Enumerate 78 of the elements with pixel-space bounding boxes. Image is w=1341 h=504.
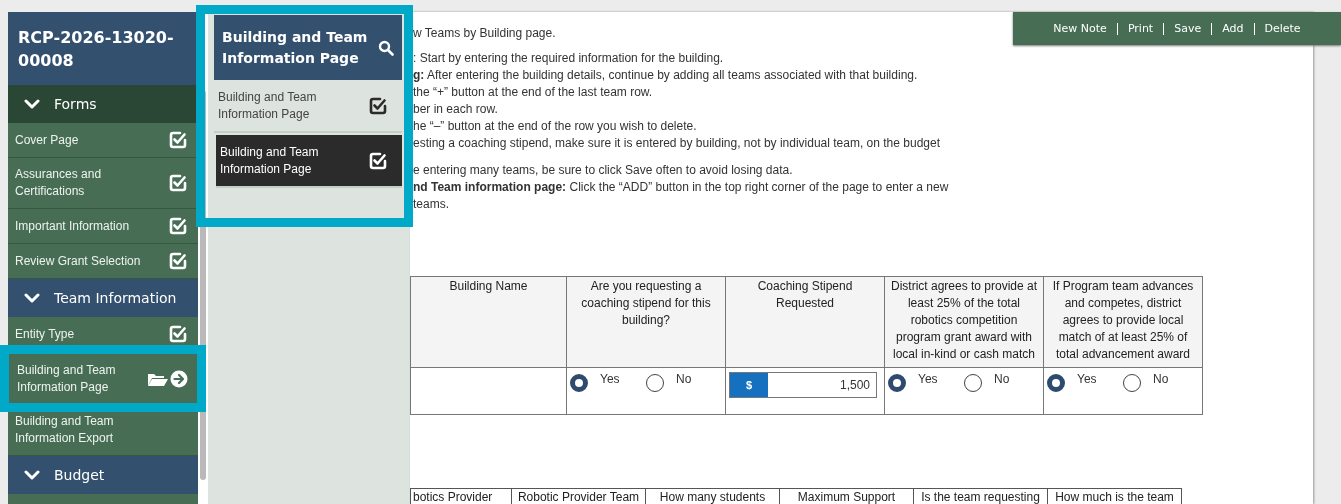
radio-option[interactable]: Yes	[1047, 372, 1107, 392]
flyout-item[interactable]: Building and Team Information Page	[216, 135, 402, 188]
section-label: Budget	[54, 467, 105, 483]
scrollbar-thumb[interactable]	[200, 90, 206, 480]
column-header: District agrees to provide at least 25% of the total robotics competition program grant award with local in-kind or cash match	[884, 276, 1044, 368]
instruction-text: e entering many teams, be sure to click Save often to avoid losing data.	[413, 162, 793, 179]
check-square-icon	[368, 150, 388, 171]
column-header: How many students	[645, 488, 780, 504]
column-header: Are you requesting a coaching stipend for this building?	[566, 276, 726, 368]
record-title: RCP-2026-13020-00008	[8, 12, 198, 85]
nav-label: Building and Team Information Page	[17, 362, 117, 396]
chevron-down-icon	[24, 292, 40, 304]
check-square-icon	[368, 95, 388, 116]
nav-label: Building and Team Information Export	[15, 413, 115, 447]
nav-label: Entity Type	[15, 325, 75, 343]
check-square-icon	[168, 216, 188, 236]
radio-label: No	[994, 372, 1010, 386]
radio-option[interactable]: No	[1123, 372, 1183, 392]
nav-label: Assurances and Certifications	[15, 166, 103, 200]
column-header: botics Provider	[410, 488, 512, 504]
nav-label: Cover Page	[15, 131, 79, 149]
section-label: Team Information	[54, 290, 177, 306]
currency-prefix: $	[730, 373, 768, 397]
column-header: Robotic Provider Team	[511, 488, 646, 504]
radio-option[interactable]: No	[964, 372, 1024, 392]
check-square-icon	[168, 324, 188, 344]
radio-button[interactable]	[1123, 374, 1141, 392]
instruction-text: nd Team information page: Click the “ADD” button in the top right corner of the page to enter a new	[413, 179, 949, 196]
radio-button[interactable]	[1047, 374, 1065, 392]
section-header[interactable]: Team Information	[8, 279, 198, 317]
instruction-text: w Teams by Building page.	[413, 25, 556, 42]
column-header: If Program team advances and competes, district agrees to provide local match of at least 25% of total advancement award	[1043, 276, 1203, 368]
column-header: Is the team requesting	[913, 488, 1048, 504]
section-label: Forms	[54, 96, 97, 112]
instruction-text: ber in each row.	[413, 101, 498, 118]
radio-button[interactable]	[964, 374, 982, 392]
instruction-text: : Start by entering the required information for the building.	[413, 50, 724, 67]
section-header[interactable]: Budget	[8, 456, 198, 494]
radio-label: No	[676, 372, 692, 386]
radio-option[interactable]: Yes	[888, 372, 948, 392]
nav-label: Important Information	[15, 217, 130, 235]
flyout-item-label: Building and Team Information Page	[218, 88, 318, 123]
radio-option[interactable]: Yes	[570, 372, 630, 392]
instruction-text: g: After entering the building details, continue by adding all teams associated with that building.	[413, 67, 918, 84]
radio-button[interactable]	[646, 374, 664, 392]
column-header: Maximum Support	[779, 488, 914, 504]
radio-label: Yes	[918, 372, 938, 386]
folder-icon	[147, 371, 169, 387]
column-header: Coaching Stipend Requested	[725, 276, 885, 368]
section-header[interactable]: Forms	[8, 85, 198, 123]
radio-option[interactable]: No	[646, 372, 706, 392]
arrow-circle-icon	[170, 370, 188, 388]
chevron-down-icon	[24, 469, 40, 481]
toolbar-link[interactable]: Save	[1174, 22, 1202, 35]
instruction-text: teams.	[413, 196, 449, 213]
column-header: How much is the team	[1047, 488, 1182, 504]
check-square-icon	[168, 173, 188, 193]
radio-button[interactable]	[888, 374, 906, 392]
flyout-title: Building and Team Information Page	[222, 27, 369, 68]
radio-label: No	[1153, 372, 1169, 386]
toolbar-link[interactable]: Delete	[1264, 22, 1301, 35]
radio-label: Yes	[1077, 372, 1097, 386]
chevron-down-icon	[24, 98, 40, 110]
toolbar-link[interactable]: Add	[1222, 22, 1244, 35]
nav-label: Review Grant Selection	[15, 252, 141, 270]
toolbar-link[interactable]: Print	[1127, 22, 1154, 35]
instruction-text: the “+” button at the end of the last team row.	[413, 84, 653, 101]
instruction-text: he “–” button at the end of the row you wish to delete.	[413, 118, 697, 135]
toolbar-link[interactable]: New Note	[1053, 22, 1107, 35]
check-square-icon	[168, 251, 188, 271]
radio-button[interactable]	[570, 374, 588, 392]
check-square-icon	[168, 130, 188, 150]
instruction-text: esting a coaching stipend, make sure it is entered by building, not by individual team, on the budget	[413, 135, 940, 152]
flyout-item-label: Building and Team Information Page	[220, 143, 320, 178]
search-icon	[378, 39, 394, 56]
column-header: Building Name	[410, 276, 567, 368]
radio-label: Yes	[600, 372, 620, 386]
currency-field[interactable]: $ 1,500	[729, 372, 877, 398]
